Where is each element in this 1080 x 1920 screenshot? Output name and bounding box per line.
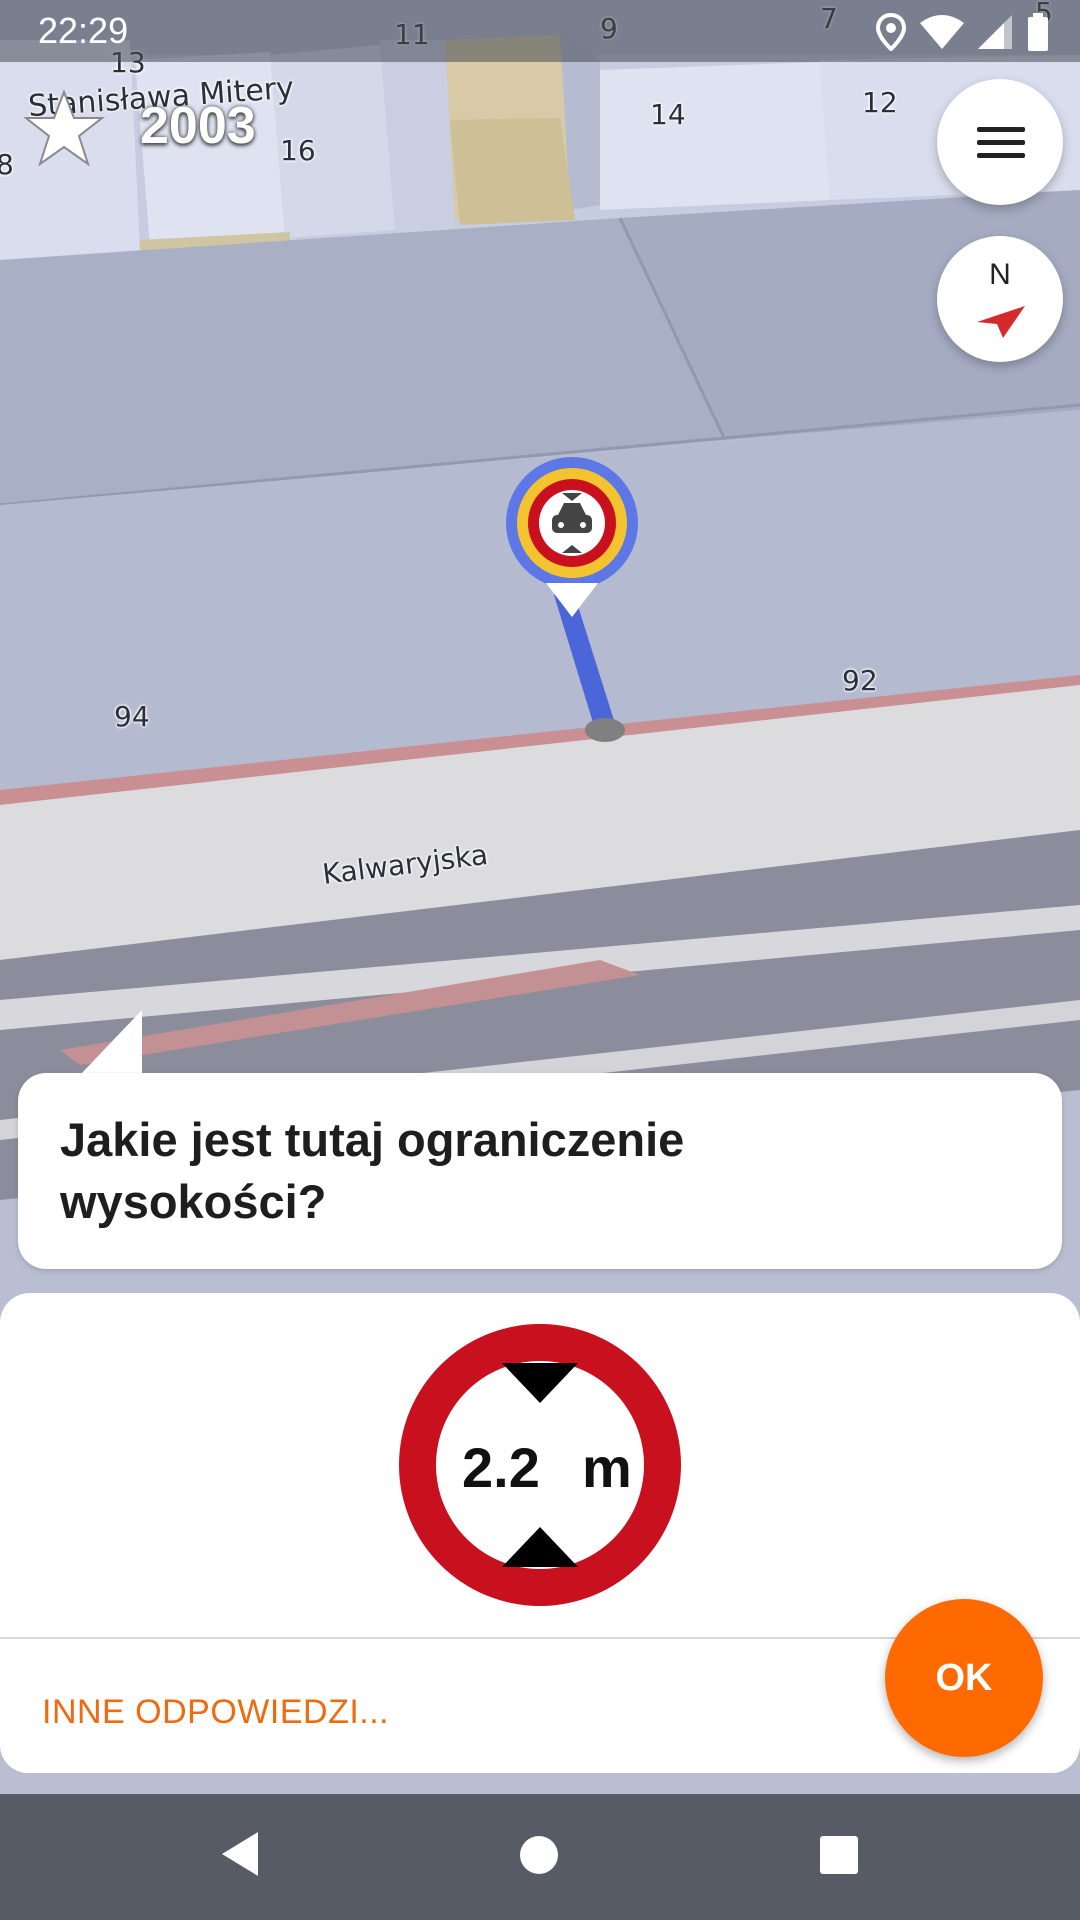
house-number: 8 xyxy=(0,148,14,181)
status-time: 22:29 xyxy=(38,10,129,51)
answered-quests-count[interactable]: 2003 xyxy=(140,96,256,156)
recents-icon[interactable] xyxy=(818,1834,860,1876)
compass-arrow-icon xyxy=(977,306,1025,338)
compass-button[interactable]: N xyxy=(937,236,1063,362)
quest-question-bubble: Jakie jest tutaj ograniczenie wysokości? xyxy=(18,1073,1062,1269)
quest-pin[interactable] xyxy=(500,455,640,745)
wifi-icon xyxy=(920,15,964,49)
house-number: 14 xyxy=(650,98,686,131)
sign-height-unit: m xyxy=(582,1436,632,1499)
ok-button[interactable]: OK xyxy=(885,1599,1043,1757)
other-answers-button[interactable]: INNE ODPOWIEDZI... xyxy=(42,1693,389,1732)
house-number: 92 xyxy=(842,664,878,697)
status-bar: 22:29 xyxy=(0,0,1080,62)
compass-north-label: N xyxy=(989,258,1011,291)
star-icon[interactable] xyxy=(22,88,106,172)
menu-button[interactable] xyxy=(937,79,1063,205)
house-number: 16 xyxy=(280,134,316,167)
home-icon[interactable] xyxy=(518,1834,560,1876)
bubble-tail xyxy=(80,1010,142,1075)
battery-icon xyxy=(1028,13,1048,51)
navigation-bar xyxy=(0,1794,1080,1920)
signal-icon xyxy=(978,15,1012,49)
house-number: 12 xyxy=(862,86,898,119)
sign-height-value[interactable]: 2.2 xyxy=(462,1435,540,1500)
height-limit-sign-icon xyxy=(399,1324,681,1606)
back-icon[interactable] xyxy=(218,1830,262,1878)
quest-question: Jakie jest tutaj ograniczenie wysokości? xyxy=(60,1113,685,1228)
location-icon xyxy=(876,13,906,51)
house-number: 94 xyxy=(114,700,150,733)
height-limit-sign-input[interactable]: 2.2 m xyxy=(398,1323,682,1607)
